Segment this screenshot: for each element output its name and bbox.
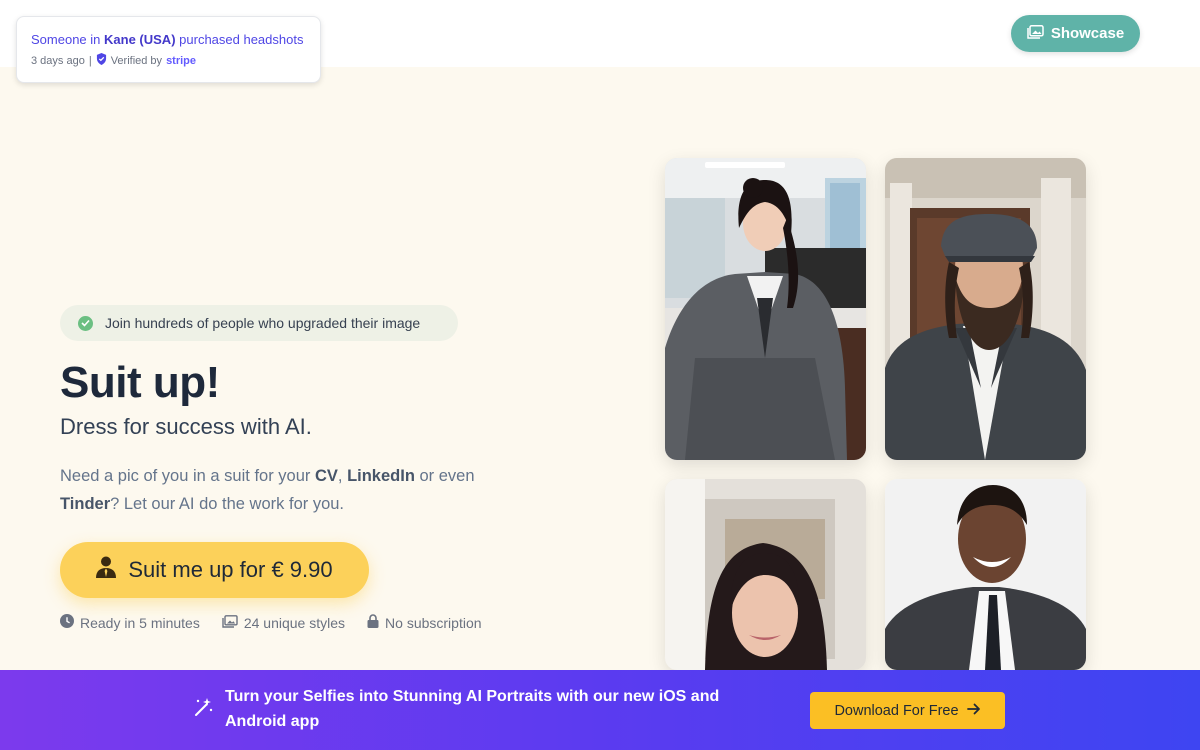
lock-icon xyxy=(367,614,379,631)
images-icon xyxy=(222,614,238,631)
hero-subtitle: Dress for success with AI. xyxy=(60,414,312,439)
feature-unique-styles: 24 unique styles xyxy=(222,614,345,631)
verified-shield-icon xyxy=(96,53,107,68)
headshot-photo-man-suit xyxy=(885,479,1086,670)
social-proof-badge: Join hundreds of people who upgraded the… xyxy=(60,305,458,341)
app-promo-text: Turn your Selfies into Stunning AI Portr… xyxy=(225,688,720,730)
suit-me-up-button[interactable]: Suit me up for € 9.90 xyxy=(60,542,369,598)
headshot-photo-woman-office xyxy=(665,158,866,460)
notification-location: Kane (USA) xyxy=(104,32,176,47)
feature-list: Ready in 5 minutes 24 unique styles No s… xyxy=(60,614,482,631)
page-title: Suit up! xyxy=(60,358,220,407)
check-circle-icon xyxy=(78,315,93,331)
hero-description: Need a pic of you in a suit for your CV,… xyxy=(60,467,475,513)
headshot-photo-man-cap xyxy=(885,158,1086,460)
notification-meta: 3 days ago | Verified by stripe xyxy=(31,53,197,68)
headshot-photo-woman-curly xyxy=(665,479,866,670)
showcase-button[interactable]: Showcase xyxy=(1011,15,1140,52)
feature-ready-time: Ready in 5 minutes xyxy=(60,614,200,631)
notification-time: 3 days ago xyxy=(31,54,85,67)
feature-no-subscription: No subscription xyxy=(367,614,482,631)
clock-icon xyxy=(60,614,74,631)
purchase-notification: Someone in Kane (USA) purchased headshot… xyxy=(16,16,321,83)
download-for-free-button[interactable]: Download For Free xyxy=(810,692,1005,729)
magic-wand-icon xyxy=(193,697,213,722)
arrow-right-icon xyxy=(966,703,981,719)
user-tie-icon xyxy=(96,556,117,584)
stripe-logo: stripe xyxy=(166,54,197,67)
notification-message: Someone in Kane (USA) purchased headshot… xyxy=(31,32,304,47)
gallery-icon xyxy=(1027,24,1044,43)
